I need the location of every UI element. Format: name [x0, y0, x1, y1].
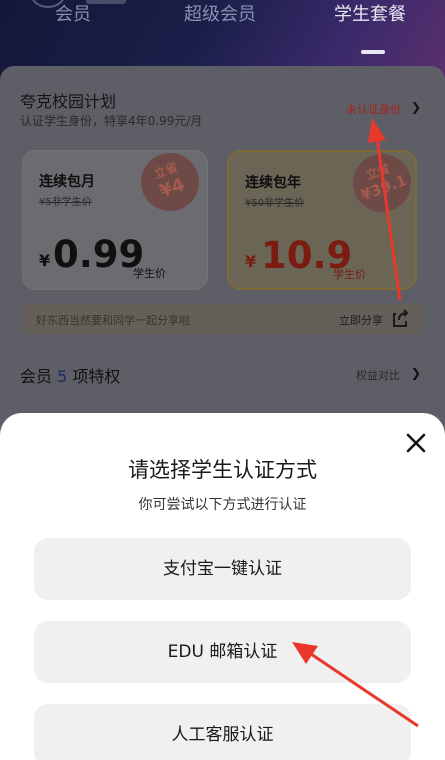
privileges-heading: 会员 5 项特权 — [20, 367, 121, 386]
plan-card-yearly[interactable]: 连续包年 ¥50非学生价 ¥ 10.9 学生价 立省 ¥39.1 — [227, 145, 420, 290]
share-button[interactable]: 立即分享 — [339, 312, 383, 328]
price-unit: 学生价 — [133, 267, 166, 280]
currency-symbol: ¥ — [39, 251, 51, 270]
original-price: ¥5非学生价 — [39, 197, 92, 208]
close-icon[interactable] — [402, 429, 430, 457]
plan-title: 夸克校园计划 — [20, 92, 117, 111]
currency-symbol: ¥ — [245, 252, 257, 271]
plan-subtitle: 认证学生身份，特享4年0.99元/月 — [20, 114, 203, 128]
discount-stamp: 立省 ¥4 — [132, 144, 208, 220]
tab-super-member[interactable]: 超级会员 — [184, 0, 256, 26]
student-price: 0.99 — [53, 233, 145, 276]
original-price: ¥50非学生价 — [245, 198, 305, 209]
plan-name: 连续包月 — [39, 174, 95, 190]
plan-name: 连续包年 — [245, 175, 301, 191]
share-tip: 好东西当然要和同学一起分享啦 — [36, 314, 190, 327]
sheet-title: 请选择学生认证方式 — [128, 458, 317, 482]
plan-card-monthly[interactable]: 连续包月 ¥5非学生价 ¥ 0.99 学生价 立省 ¥4 — [22, 144, 208, 290]
username — [86, 0, 126, 4]
chevron-right-icon: ❯ — [411, 100, 422, 114]
share-icon[interactable] — [393, 309, 409, 327]
customer-service-verify-button[interactable]: 人工客服认证 — [34, 704, 411, 760]
tab-member[interactable]: 会员 — [55, 0, 91, 26]
tab-indicator — [361, 50, 385, 54]
edu-email-verify-button[interactable]: EDU 邮箱认证 — [34, 621, 411, 683]
chevron-right-icon: ❯ — [411, 366, 422, 380]
tab-student-plan[interactable]: 学生套餐 — [334, 0, 406, 26]
discount-stamp: 立省 ¥39.1 — [344, 145, 420, 221]
sheet-subtitle: 你可尝试以下方式进行认证 — [138, 497, 307, 513]
alipay-verify-button[interactable]: 支付宝一键认证 — [34, 538, 411, 600]
price-unit: 学生价 — [333, 268, 366, 281]
verification-status-link[interactable]: 未认证身份 — [346, 101, 401, 117]
benefits-compare-link[interactable]: 权益对比 — [356, 367, 400, 383]
